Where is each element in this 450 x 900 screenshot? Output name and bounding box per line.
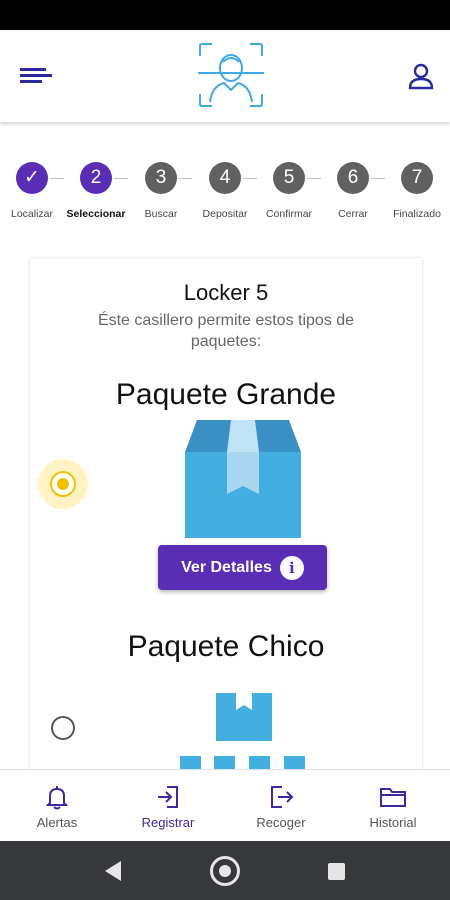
step-label: Finalizado: [393, 208, 441, 220]
step-buscar: 3 Buscar: [126, 162, 196, 220]
menu-icon[interactable]: [18, 62, 54, 90]
locker-description: Éste casillero permite estos tipos de pa…: [97, 312, 355, 350]
small-boxes-icon: [180, 688, 305, 770]
nav-item-alertas[interactable]: Alertas: [7, 784, 107, 830]
nav-label: Historial: [369, 815, 417, 830]
step-label: Cerrar: [338, 208, 368, 220]
step-confirmar: 5 Confirmar: [254, 162, 324, 220]
step-label: Depositar: [202, 208, 248, 220]
package-small-title: Paquete Chico: [127, 630, 325, 663]
logout-icon: [271, 786, 294, 808]
nav-item-historial[interactable]: Historial: [343, 784, 443, 830]
recent-apps-icon[interactable]: [328, 863, 345, 880]
details-button-label: Ver Detalles: [181, 558, 272, 576]
step-number: 3: [145, 162, 177, 194]
face-scan-logo-icon: [196, 40, 266, 110]
folder-icon: [380, 788, 406, 807]
progress-stepper: ✓ Localizar 2 Seleccionar 3 Buscar 4 Dep…: [0, 150, 450, 240]
radio-dot: [57, 478, 69, 490]
info-icon: i: [279, 555, 304, 580]
step-number: 4: [209, 162, 241, 194]
step-number: 7: [401, 162, 433, 194]
bottom-navigation: Alertas Registrar Recoger Historial: [0, 769, 450, 841]
home-icon[interactable]: [210, 856, 240, 886]
step-depositar: 4 Depositar: [190, 162, 260, 220]
bell-icon: [45, 786, 69, 810]
step-finalizado: 7 Finalizado: [382, 162, 450, 220]
step-label: Localizar: [10, 208, 54, 220]
login-icon: [158, 786, 178, 808]
step-label: Confirmar: [265, 208, 313, 220]
android-navigation-bar: [0, 841, 450, 900]
status-bar: [0, 0, 450, 30]
locker-title: Locker 5: [183, 280, 269, 305]
details-button[interactable]: Ver Detalles i: [158, 545, 327, 590]
nav-item-registrar[interactable]: Registrar: [118, 784, 218, 830]
nav-label: Registrar: [141, 815, 195, 830]
locker-card: Locker 5 Éste casillero permite estos ti…: [30, 258, 422, 770]
step-label: Buscar: [144, 208, 178, 220]
back-icon[interactable]: [103, 860, 123, 887]
nav-label: Alertas: [36, 815, 78, 830]
step-number: 6: [337, 162, 369, 194]
check-icon: ✓: [16, 162, 48, 194]
step-localizar: ✓ Localizar: [0, 162, 67, 220]
step-number: 2: [80, 162, 112, 194]
user-icon[interactable]: [406, 61, 436, 91]
nav-label: Recoger: [256, 815, 306, 830]
package-small-radio[interactable]: [51, 716, 75, 740]
nav-item-recoger[interactable]: Recoger: [231, 784, 331, 830]
package-large-title: Paquete Grande: [115, 378, 337, 411]
step-cerrar: 6 Cerrar: [318, 162, 388, 220]
app-header: [0, 30, 450, 122]
step-seleccionar: 2 Seleccionar: [61, 162, 131, 220]
large-box-icon: [183, 418, 303, 538]
home-icon-dot: [219, 865, 231, 877]
package-large-radio[interactable]: [50, 471, 76, 497]
step-label: Seleccionar: [66, 208, 126, 220]
step-number: 5: [273, 162, 305, 194]
